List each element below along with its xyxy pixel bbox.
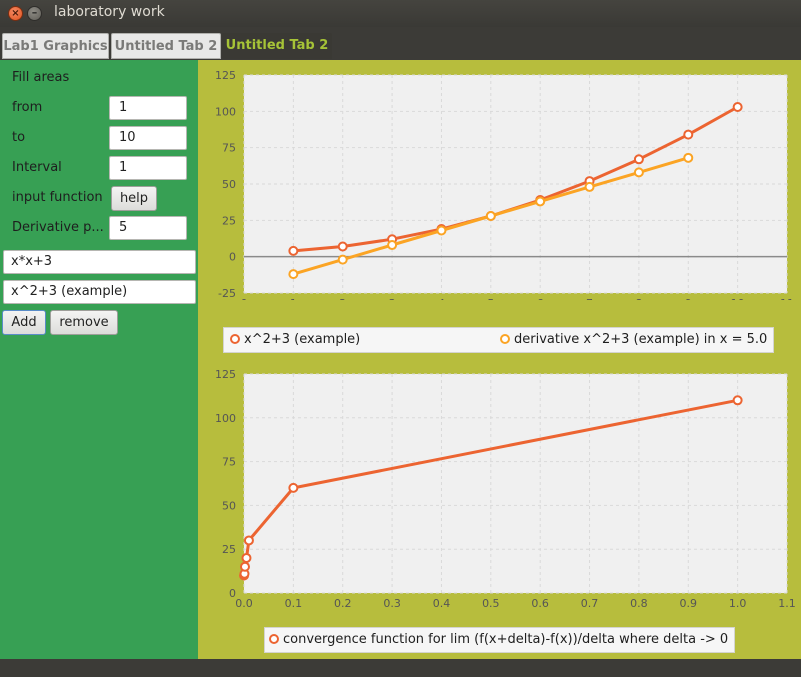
- derivative-input[interactable]: 5: [109, 216, 187, 240]
- interval-label: Interval: [12, 160, 62, 175]
- chart1-series-point-1: [288, 269, 299, 280]
- chart2-x-tick-label: 0.7: [581, 597, 599, 610]
- legend-item-derivative: derivative x^2+3 (example) in x = 5.0: [500, 332, 767, 347]
- chart1-series-point-0: [288, 245, 299, 256]
- title-bar: × – laboratory work: [0, 0, 801, 27]
- control-panel: Fill areas from 1 to 10 Interval 1 input…: [0, 60, 198, 659]
- chart1-series-point-1: [584, 181, 595, 192]
- tab-lab1-graphics[interactable]: Lab1 Graphics: [2, 33, 109, 59]
- derivative-label: Derivative p...: [12, 220, 104, 235]
- chart2-series-point-0: [732, 395, 743, 406]
- chart2-y-tick-label: 75: [222, 456, 236, 469]
- chart1-x-tick-label: 7: [586, 297, 593, 300]
- legend-label-function: x^2+3 (example): [244, 332, 361, 347]
- chart2-y-tick-label: 0: [229, 587, 236, 600]
- from-label: from: [12, 100, 43, 115]
- legend-marker-derivative: [500, 334, 510, 344]
- chart1-series-point-1: [485, 210, 496, 221]
- legend-marker-convergence: [269, 634, 279, 644]
- chart1-series-point-1: [683, 152, 694, 163]
- interval-input[interactable]: 1: [109, 156, 187, 180]
- chart1-y-tick-label: 100: [215, 105, 236, 118]
- chart1-x-tick-label: 1: [290, 297, 297, 300]
- fill-areas-label: Fill areas: [12, 70, 70, 85]
- legend-label-convergence: convergence function for lim (f(x+delta)…: [283, 632, 729, 647]
- to-input[interactable]: 10: [109, 126, 187, 150]
- chart1-series-point-0: [683, 129, 694, 140]
- chart1-series-point-1: [633, 167, 644, 178]
- chart2-series-point-0: [243, 535, 254, 546]
- chart1-x-tick-label: 0: [241, 297, 248, 300]
- chart1-x-tick-label: 6: [537, 297, 544, 300]
- chart1-x-tick-label: 8: [635, 297, 642, 300]
- chart-area: 0 1 2 3 4 5 6 7 8 9 10 11 125 100 75 50 25 0 -25 x^2+3 (ex…: [198, 60, 801, 659]
- tab-bar: Lab1 Graphics Untitled Tab 2 Untitled Ta…: [0, 27, 801, 60]
- chart2-x-tick-label: 0.6: [531, 597, 549, 610]
- chart2-y-tick-label: 125: [215, 368, 236, 381]
- chart2-legend: convergence function for lim (f(x+delta)…: [264, 627, 735, 653]
- chart1-y-tick-label: -25: [218, 287, 236, 300]
- remove-button[interactable]: remove: [50, 310, 118, 335]
- chart1-y-tick-label: 125: [215, 69, 236, 82]
- function-select[interactable]: x^2+3 (example): [3, 280, 196, 304]
- function-chart: 0 1 2 3 4 5 6 7 8 9 10 11 125 100 75 50 25 0 -25: [215, 69, 794, 300]
- legend-marker-function: [230, 334, 240, 344]
- function-input[interactable]: x*x+3: [3, 250, 196, 274]
- legend-item-convergence: convergence function for lim (f(x+delta)…: [269, 632, 728, 647]
- chart1-x-tick-label: 10: [731, 297, 745, 300]
- chart1-series-point-0: [337, 241, 348, 252]
- add-button[interactable]: Add: [2, 310, 46, 335]
- chart2-y-tick-label: 25: [222, 543, 236, 556]
- legend-item-function: x^2+3 (example): [230, 332, 360, 347]
- chart1-x-tick-label: 9: [685, 297, 692, 300]
- chart2-x-tick-label: 0.8: [630, 597, 648, 610]
- from-input[interactable]: 1: [109, 96, 187, 120]
- chart1-x-tick-label: 4: [438, 297, 445, 300]
- chart2-x-tick-label: 0.1: [285, 597, 303, 610]
- chart2-x-tick-label: 0.0: [235, 597, 253, 610]
- chart1-series-point-1: [337, 254, 348, 265]
- chart2-x-tick-label: 0.5: [482, 597, 500, 610]
- chart1-x-tick-label: 2: [339, 297, 346, 300]
- chart2-x-tick-label: 0.3: [383, 597, 401, 610]
- chart2-x-tick-label: 0.4: [433, 597, 451, 610]
- tab-untitled-2a[interactable]: Untitled Tab 2: [111, 33, 221, 59]
- chart2-series-point-0: [288, 482, 299, 493]
- chart1-series-point-0: [732, 101, 743, 112]
- input-function-label: input function: [12, 190, 103, 205]
- to-label: to: [12, 130, 26, 145]
- chart1-y-tick-label: 50: [222, 178, 236, 191]
- chart2-y-tick-label: 100: [215, 412, 236, 425]
- close-icon[interactable]: ×: [8, 6, 23, 21]
- chart2-x-tick-label: 1.0: [729, 597, 747, 610]
- chart2-y-tick-label: 50: [222, 499, 236, 512]
- chart2-series-point-0: [241, 552, 252, 563]
- chart1-series-point-1: [436, 225, 447, 236]
- chart1-x-tick-label: 5: [487, 297, 494, 300]
- help-button[interactable]: help: [111, 186, 157, 211]
- chart2-series-point-0: [239, 561, 250, 572]
- chart1-series-point-1: [387, 240, 398, 251]
- chart1-y-tick-label: 25: [222, 214, 236, 227]
- tab-untitled-2b[interactable]: Untitled Tab 2: [222, 33, 332, 59]
- chart2-x-tick-label: 0.2: [334, 597, 352, 610]
- window-title: laboratory work: [54, 4, 165, 20]
- convergence-chart: 0.0 0.1 0.2 0.3 0.4 0.5 0.6 0.7 0.8 0.9 1.0 1.1 125 1…: [215, 368, 796, 610]
- chart1-y-tick-label: 0: [229, 251, 236, 264]
- chart1-series-point-1: [535, 196, 546, 207]
- chart1-y-tick-label: 75: [222, 142, 236, 155]
- chart2-x-tick-label: 1.1: [778, 597, 796, 610]
- chart1-series-point-0: [633, 154, 644, 165]
- chart1-legend: x^2+3 (example) derivative x^2+3 (exampl…: [223, 327, 774, 353]
- chart1-x-tick-label: 11: [780, 297, 794, 300]
- minimize-icon[interactable]: –: [27, 6, 42, 21]
- status-bar: [0, 659, 801, 677]
- legend-label-derivative: derivative x^2+3 (example) in x = 5.0: [514, 332, 768, 347]
- chart2-x-tick-label: 0.9: [680, 597, 698, 610]
- chart1-x-tick-label: 3: [389, 297, 396, 300]
